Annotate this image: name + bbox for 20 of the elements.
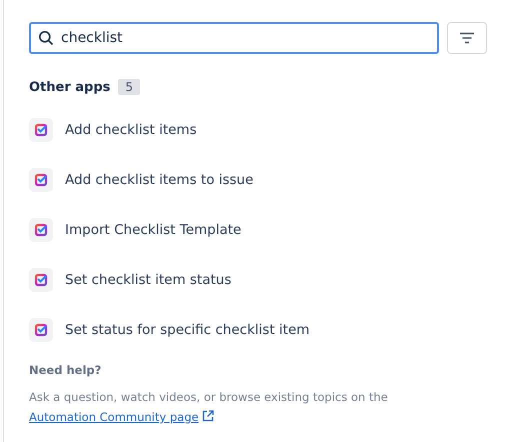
help-title: Need help? xyxy=(29,363,102,377)
action-item[interactable]: Set checklist item status xyxy=(65,272,232,288)
action-item[interactable]: Import Checklist Template xyxy=(65,222,242,238)
external-link-icon[interactable] xyxy=(202,410,214,422)
checklist-app-icon xyxy=(29,268,53,292)
section-title: Other apps xyxy=(29,80,110,94)
action-item[interactable]: Set status for specific checklist item xyxy=(65,322,310,338)
action-item[interactable]: Add checklist items xyxy=(65,122,197,138)
checklist-app-icon xyxy=(29,218,53,242)
search-icon xyxy=(38,30,54,46)
checklist-app-icon xyxy=(29,318,53,342)
search-field[interactable]: checklist xyxy=(29,22,439,54)
checklist-app-icon xyxy=(29,168,53,192)
count-badge: 5 xyxy=(118,79,140,95)
filter-button[interactable] xyxy=(447,22,487,54)
checklist-app-icon xyxy=(29,118,53,142)
filter-icon xyxy=(459,32,475,44)
community-link[interactable]: Automation Community page xyxy=(29,410,199,424)
help-text: Ask a question, watch videos, or browse existing topics on the Automation Community page xyxy=(29,389,389,426)
action-item[interactable]: Add checklist items to issue xyxy=(65,172,254,188)
